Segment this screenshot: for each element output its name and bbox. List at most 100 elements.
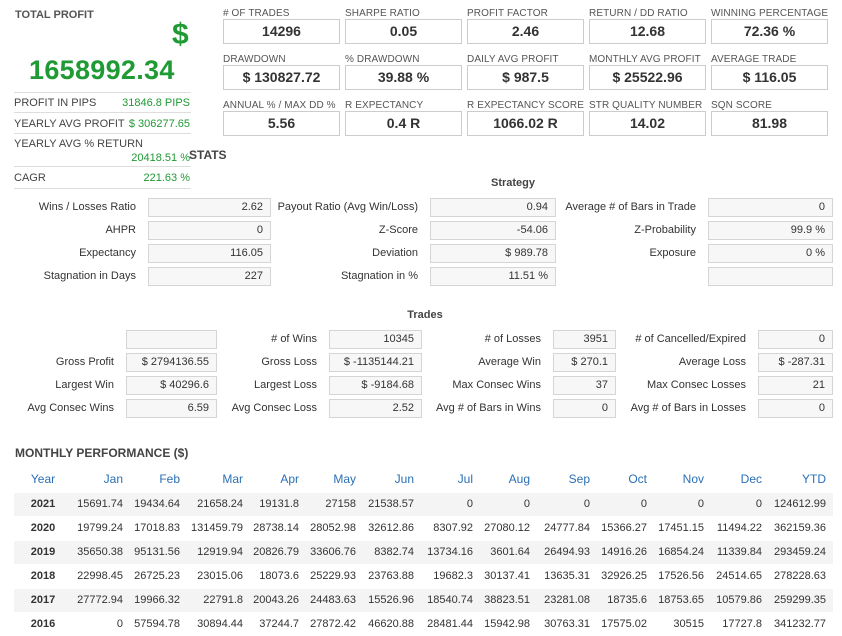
table-cell: 18540.74 <box>421 587 480 612</box>
field-label: Average # of Bars in Trade <box>565 201 696 213</box>
table-cell: 38823.51 <box>480 587 537 612</box>
table-row: 2016 0 57594.78 30894.44 37244.7 27872.42 4662… <box>14 611 833 636</box>
table-cell: 8382.74 <box>363 539 421 564</box>
table-cell: 27158 <box>306 491 363 516</box>
field-label: Avg # of Bars in Wins <box>436 402 541 414</box>
table-cell: 15691.74 <box>72 491 130 516</box>
column-header[interactable]: Aug <box>480 467 537 492</box>
table-cell: 27080.12 <box>480 515 537 540</box>
metric-value-daily-avg: $ 987.5 <box>467 65 584 90</box>
field-value: 0 <box>758 399 833 418</box>
column-header[interactable]: Year <box>14 467 72 492</box>
table-cell: 24483.63 <box>306 587 363 612</box>
field-label: Wins / Losses Ratio <box>38 201 136 213</box>
metric-label-str-quality: STR QUALITY NUMBER <box>589 100 703 111</box>
table-cell: 11339.84 <box>711 539 769 564</box>
field-value: $ 989.78 <box>430 244 556 263</box>
table-cell: 95131.56 <box>130 539 187 564</box>
metric-label-monthly-avg: MONTHLY AVG PROFIT <box>589 54 701 65</box>
column-header[interactable]: Jul <box>421 467 480 492</box>
table-cell: 30894.44 <box>187 611 250 636</box>
table-cell: 341232.77 <box>769 611 833 636</box>
table-row: 2020 19799.24 17018.83 131459.79 28738.14 280… <box>14 515 833 540</box>
field-value: 0 <box>708 198 833 217</box>
column-header[interactable]: May <box>306 467 363 492</box>
table-cell: 11494.22 <box>711 515 769 540</box>
table-cell: 30515 <box>654 611 711 636</box>
table-cell: 37244.7 <box>250 611 306 636</box>
table-cell: 12919.94 <box>187 539 250 564</box>
monthly-performance-title: MONTHLY PERFORMANCE ($) <box>15 446 189 460</box>
table-cell: 17018.83 <box>130 515 187 540</box>
metric-label-profit-factor: PROFIT FACTOR <box>467 8 548 19</box>
divider <box>14 112 191 113</box>
table-cell: 0 <box>597 491 654 516</box>
profit-in-pips-label: PROFIT IN PIPS <box>14 97 97 109</box>
column-header[interactable]: Nov <box>654 467 711 492</box>
column-header[interactable]: Apr <box>250 467 306 492</box>
metric-label-r-expectancy-score: R EXPECTANCY SCORE <box>467 100 585 111</box>
column-header[interactable]: Sep <box>537 467 597 492</box>
metric-value-r-expectancy-score: 1066.02 R <box>467 111 584 136</box>
yearly-avg-return-label: YEARLY AVG % RETURN <box>14 138 143 150</box>
year-cell: 2020 <box>14 515 72 540</box>
table-cell: 131459.79 <box>187 515 250 540</box>
table-cell: 21538.57 <box>363 491 421 516</box>
metric-value-str-quality: 14.02 <box>589 111 706 136</box>
field-value: 0 <box>553 399 616 418</box>
field-label: AHPR <box>105 224 136 236</box>
table-cell: 28738.14 <box>250 515 306 540</box>
column-header[interactable]: Oct <box>597 467 654 492</box>
table-cell: 21658.24 <box>187 491 250 516</box>
column-header[interactable]: YTD <box>769 467 833 492</box>
field-value: -54.06 <box>430 221 556 240</box>
field-value: $ -1135144.21 <box>329 353 422 372</box>
table-cell: 0 <box>421 491 480 516</box>
table-cell: 124612.99 <box>769 491 833 516</box>
table-cell: 23281.08 <box>537 587 597 612</box>
table-cell: 0 <box>654 491 711 516</box>
field-label: Avg Consec Loss <box>231 402 317 414</box>
table-cell: 0 <box>711 491 769 516</box>
field-label: Z-Probability <box>634 224 696 236</box>
yearly-avg-profit-label: YEARLY AVG PROFIT <box>14 118 125 130</box>
metric-label-daily-avg: DAILY AVG PROFIT <box>467 54 559 65</box>
field-value: 11.51 % <box>430 267 556 286</box>
table-row: 2018 22998.45 26725.23 23015.06 18073.6 25229… <box>14 563 833 588</box>
metric-value-profit-factor: 2.46 <box>467 19 584 44</box>
metric-value-trades: 14296 <box>223 19 340 44</box>
column-header[interactable]: Jan <box>72 467 130 492</box>
field-label: Gross Loss <box>261 356 317 368</box>
table-cell: 23015.06 <box>187 563 250 588</box>
column-header[interactable]: Mar <box>187 467 250 492</box>
field-value: $ -287.31 <box>758 353 833 372</box>
table-cell: 32612.86 <box>363 515 421 540</box>
column-header[interactable]: Jun <box>363 467 421 492</box>
metric-value-monthly-avg: $ 25522.96 <box>589 65 706 90</box>
field-label: Avg # of Bars in Losses <box>630 402 746 414</box>
table-cell: 18735.6 <box>597 587 654 612</box>
field-value: 0 % <box>708 244 833 263</box>
metric-label-sqn: SQN SCORE <box>711 100 772 111</box>
table-cell: 32926.25 <box>597 563 654 588</box>
field-value: 2.52 <box>329 399 422 418</box>
table-cell: 13635.31 <box>537 563 597 588</box>
metric-label-return-dd: RETURN / DD RATIO <box>589 8 688 19</box>
metric-label-sharpe: SHARPE RATIO <box>345 8 420 19</box>
field-value: 37 <box>553 376 616 395</box>
field-label: Max Consec Wins <box>452 379 541 391</box>
field-value: 0.94 <box>430 198 556 217</box>
metric-label-winning-pct: WINNING PERCENTAGE <box>711 8 829 19</box>
table-cell: 46620.88 <box>363 611 421 636</box>
total-profit-label: TOTAL PROFIT <box>15 9 94 21</box>
metric-label-r-expectancy: R EXPECTANCY <box>345 100 424 111</box>
table-cell: 28052.98 <box>306 515 363 540</box>
total-profit-value: 1658992.34 <box>29 55 175 85</box>
field-value: $ 2794136.55 <box>126 353 217 372</box>
column-header[interactable]: Feb <box>130 467 187 492</box>
yearly-avg-profit-value: $ 306277.65 <box>128 118 190 130</box>
table-cell: 28481.44 <box>421 611 480 636</box>
field-value: 10345 <box>329 330 422 349</box>
table-cell: 18073.6 <box>250 563 306 588</box>
column-header[interactable]: Dec <box>711 467 769 492</box>
